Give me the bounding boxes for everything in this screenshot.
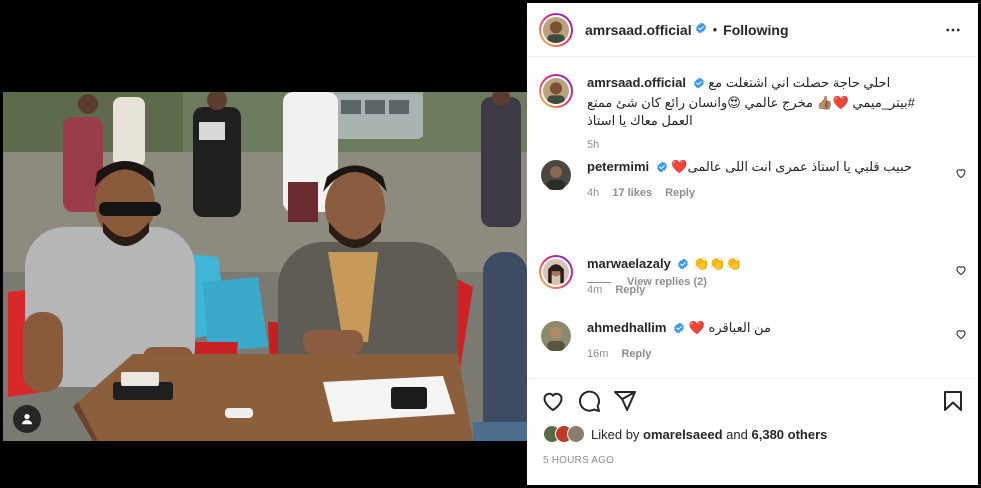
liked-others[interactable]: 6,380 others [752,427,828,442]
caption-text-block: amrsaad.official احلي حاجة حصلت اني اشتغ… [587,74,947,154]
comment-icon[interactable] [577,389,601,418]
comment-text: 👏👏👏 [693,256,742,271]
post-timestamp[interactable]: 5 HOURS AGO [543,455,614,466]
verified-icon [673,321,685,339]
verified-icon [656,160,668,178]
liked-user[interactable]: omarelsaeed [643,427,723,442]
verified-icon [693,76,705,94]
comment-text: من العباقره ❤️ [688,320,771,335]
comment-text-block: petermimi حبيب قلبي يا استاذ عمرى انت ال… [587,158,947,202]
caption-avatar[interactable] [539,74,573,108]
comment-avatar[interactable] [539,255,573,289]
author-username[interactable]: amrsaad.official [585,22,692,38]
reply-button[interactable]: Reply [621,348,651,360]
liked-and: and [726,426,748,442]
comment-avatar[interactable] [539,158,573,192]
reply-button[interactable]: Reply [665,187,695,199]
author-avatar[interactable] [539,12,573,47]
liked-by: Liked by omarelsaeed and 6,380 others [543,425,827,443]
post-side-panel: amrsaad.official • Following amrsaad.off… [527,3,978,485]
heart-icon[interactable] [955,263,967,281]
liked-prefix: Liked by [591,426,640,442]
heart-icon[interactable] [955,166,967,184]
post-modal: amrsaad.official • Following amrsaad.off… [0,0,981,488]
heart-icon[interactable] [955,327,967,345]
reply-button[interactable]: Reply [615,284,645,296]
separator-dot: • [712,22,718,37]
comment-likes[interactable]: 17 likes [612,187,652,199]
post-header: amrsaad.official • Following [527,3,978,57]
verified-icon [695,21,707,39]
comment-time: 4h [587,187,600,199]
caption-time: 5h [587,139,600,151]
comments-list: amrsaad.official احلي حاجة حصلت اني اشتغ… [527,58,978,378]
verified-icon [677,257,689,275]
caption-username[interactable]: amrsaad.official [587,75,686,90]
comment-text: حبيب قلبي يا استاذ عمرى انت اللى عالمى❤️ [671,159,912,174]
comment-avatar[interactable] [539,319,573,353]
comment-username[interactable]: ahmedhallim [587,320,666,335]
heart-icon[interactable] [541,389,565,418]
comment-username[interactable]: petermimi [587,159,649,174]
liker-avatar[interactable] [567,425,585,443]
comment-text-block: ahmedhallim من العباقره ❤️ 16m Reply [587,319,947,363]
share-icon[interactable] [613,389,637,418]
post-photo[interactable] [3,92,527,441]
comment-text-block: marwaelazaly 👏👏👏 4m Reply [587,255,947,299]
user-tag-icon[interactable] [13,405,41,433]
comment-time: 4m [587,284,603,296]
following-button[interactable]: Following [723,22,788,38]
post-media[interactable] [3,3,527,485]
more-icon[interactable] [944,21,962,44]
save-icon[interactable] [941,389,965,418]
comment-time: 16m [587,348,609,360]
post-actions [527,378,978,426]
comment-username[interactable]: marwaelazaly [587,256,671,271]
